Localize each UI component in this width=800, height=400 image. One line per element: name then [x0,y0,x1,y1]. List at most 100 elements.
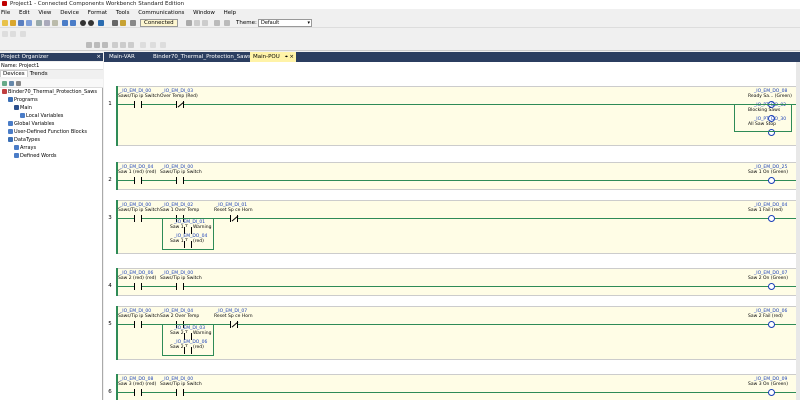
expand-all-icon[interactable] [9,81,14,86]
underline-icon[interactable] [102,42,108,48]
new-project-icon[interactable] [2,20,8,26]
project-organizer-title: Project Organizer [1,54,49,60]
contact-description: Reset Sp ce Horn [214,208,253,213]
tree-item[interactable]: DataTypes [8,136,40,144]
comment-icon[interactable] [160,42,166,48]
normally-closed-contact[interactable] [230,215,238,222]
rung-wire [118,104,798,105]
normally-open-contact[interactable] [176,177,184,184]
program-mode-icon[interactable] [202,20,208,26]
add-device-icon[interactable] [2,81,7,86]
align-icon[interactable] [20,31,26,37]
italic-icon[interactable] [94,42,100,48]
menu-window[interactable]: Window [193,10,215,16]
undo-icon[interactable] [62,20,68,26]
normally-open-contact[interactable] [134,389,142,396]
align-right-icon[interactable] [128,42,134,48]
output-coil[interactable] [768,389,775,396]
menu-device[interactable]: Device [60,10,79,16]
normally-closed-contact[interactable] [176,101,184,108]
normally-open-contact[interactable] [134,321,142,328]
normally-open-contact[interactable] [134,101,142,108]
menu-tools[interactable]: Tools [116,10,130,16]
tree-item[interactable]: Main [14,104,32,112]
vertical-scrollbar[interactable] [796,62,800,400]
tab-binder70[interactable]: Binder70_Thermal_Protection_Saws [150,52,254,62]
upload-icon[interactable] [88,20,94,26]
normally-open-contact[interactable] [176,389,184,396]
grid-icon[interactable] [150,42,156,48]
open-project-icon[interactable] [10,20,16,26]
tree-item[interactable]: User-Defined Function Blocks [8,128,87,136]
close-icon[interactable]: × [96,53,101,61]
connection-status-button[interactable]: Connected [140,19,178,27]
ladder-editor[interactable]: 1 _IO_EM_DI_00 Saws/Tip ip Switch _IO_EM_DI… [104,62,800,400]
save-icon[interactable] [18,20,24,26]
align-left-icon[interactable] [112,42,118,48]
coil-description: Saw 2 Fail (red) [748,314,783,319]
tree-item[interactable]: Defined Words [14,152,57,160]
output-coil[interactable] [768,215,775,222]
tree-item[interactable]: Binder70_Thermal_Protection_Saws [2,88,97,96]
download-icon[interactable] [80,20,86,26]
tab-trends[interactable]: Trends [28,71,50,77]
find-icon[interactable] [224,20,230,26]
normally-open-contact[interactable] [134,283,142,290]
zoom-icon[interactable] [140,42,146,48]
tab-main-pou[interactable]: Main-POU ⌖ × [250,52,296,62]
theme-value: Default [261,20,280,26]
normally-closed-contact[interactable] [230,321,238,328]
project-name-value[interactable]: Project1 [19,63,39,69]
close-tab-icon[interactable]: × [289,52,294,62]
project-organizer-header: Project Organizer × [0,53,103,61]
debug-icon[interactable] [130,20,136,26]
normally-open-contact[interactable] [134,215,142,222]
tools-icon[interactable] [112,20,118,26]
output-coil[interactable] [768,321,775,328]
disconnect-icon[interactable] [186,20,192,26]
tab-devices[interactable]: Devices [0,70,28,77]
run-mode-icon[interactable] [194,20,200,26]
rung-wire [118,286,798,287]
bold-icon[interactable] [86,42,92,48]
normally-open-contact[interactable] [184,241,192,248]
paste-icon[interactable] [52,20,58,26]
tree-item[interactable]: Programs [8,96,38,104]
settings-icon[interactable] [120,20,126,26]
app-logo-icon [2,1,7,6]
menu-format[interactable]: Format [88,10,107,16]
pin-icon[interactable]: ⌖ [285,52,288,62]
tree-item[interactable]: Arrays [14,144,36,152]
menu-communications[interactable]: Communications [138,10,184,16]
theme-select[interactable]: Default ▾ [258,19,312,27]
tree-item[interactable]: Local Variables [20,112,63,120]
menu-edit[interactable]: Edit [19,10,30,16]
normally-open-contact[interactable] [176,283,184,290]
contact-description: Saws/Tip ip Switch [118,94,160,99]
tree-item[interactable]: Global Variables [8,120,54,128]
font-size-select[interactable] [10,31,16,37]
build-icon[interactable] [98,20,104,26]
tab-label: Main-POU [253,54,280,60]
tab-main-var[interactable]: Main-VAR [106,52,138,62]
normally-open-contact[interactable] [184,333,192,340]
menu-file[interactable]: File [1,10,10,16]
menu-view[interactable]: View [38,10,51,16]
left-power-rail [116,268,118,296]
toggle-debug-icon[interactable] [214,20,220,26]
normally-open-contact[interactable] [184,347,192,354]
cut-icon[interactable] [36,20,42,26]
output-coil[interactable] [768,283,775,290]
align-center-icon[interactable] [120,42,126,48]
output-coil[interactable] [768,177,775,184]
normally-open-contact[interactable] [184,227,192,234]
copy-icon[interactable] [44,20,50,26]
coil-branch [734,104,792,132]
collapse-all-icon[interactable] [16,81,21,86]
font-select[interactable] [2,31,8,37]
save-all-icon[interactable] [26,20,32,26]
controller-icon [2,89,7,94]
menu-help[interactable]: Help [224,10,237,16]
redo-icon[interactable] [70,20,76,26]
normally-open-contact[interactable] [134,177,142,184]
